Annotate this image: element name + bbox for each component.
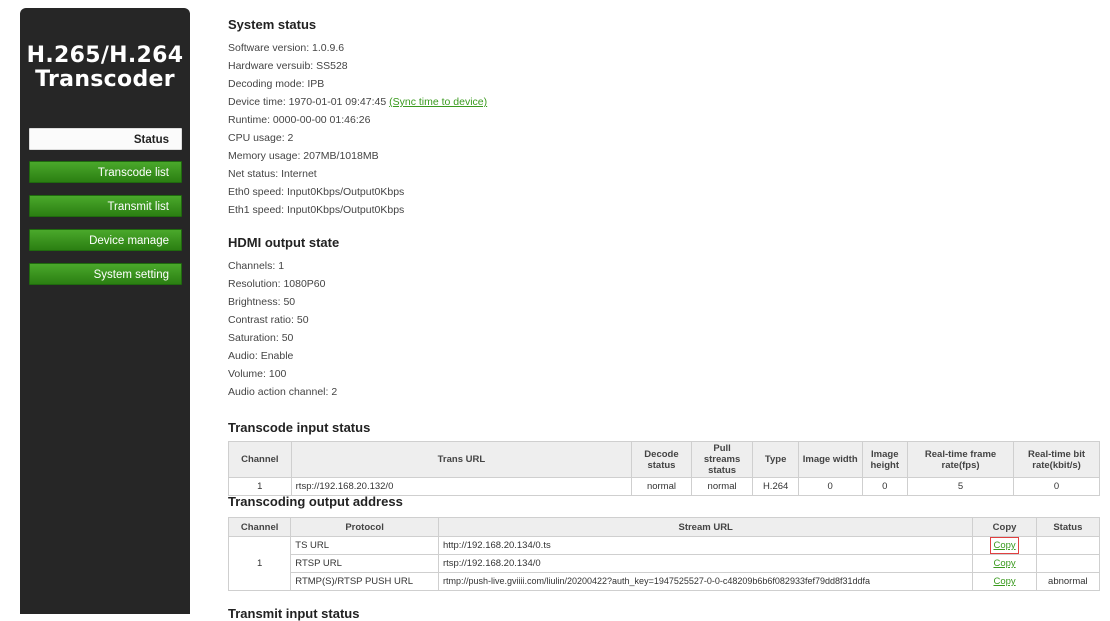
table-cell: [1035, 554, 1101, 573]
table-cell: abnormal: [1035, 572, 1101, 591]
table-row: 1 rtsp://192.168.20.132/0 normal normal …: [228, 477, 1100, 496]
eth0-speed: Eth0 speed: Input0Kbps/Output0Kbps: [228, 186, 405, 198]
column-header: Status: [1035, 517, 1101, 537]
copy-link-rtsp[interactable]: Copy: [993, 558, 1015, 569]
hdmi-output-title: HDMI output state: [228, 235, 340, 250]
table-cell: 0: [797, 477, 863, 496]
hdmi-contrast: Contrast ratio: 50: [228, 314, 309, 326]
table-cell: [1035, 536, 1101, 555]
table-cell: RTMP(S)/RTSP PUSH URL: [290, 572, 439, 591]
sidebar-item-status[interactable]: Status: [29, 128, 182, 150]
table-cell: rtsp://192.168.20.132/0: [290, 477, 633, 496]
column-header: Channel: [227, 517, 292, 537]
device-time-value: Device time: 1970-01-01 09:47:45: [228, 96, 390, 108]
column-header: Protocol: [290, 517, 439, 537]
column-header: Image height: [861, 441, 908, 478]
hdmi-audio: Audio: Enable: [228, 350, 294, 362]
sidebar-item-transcode-list[interactable]: Transcode list: [29, 161, 182, 183]
column-header: Trans URL: [290, 441, 633, 478]
sidebar-item-device-manage[interactable]: Device manage: [29, 229, 182, 251]
column-header: Image width: [797, 441, 863, 478]
column-header: Pull streams status: [690, 441, 754, 478]
app-title: H.265/H.264 Transcoder: [20, 44, 190, 92]
table-cell: 1: [228, 477, 292, 496]
copy-link-push[interactable]: Copy: [993, 576, 1015, 587]
table-cell: http://192.168.20.134/0.ts: [437, 536, 974, 555]
table-cell: 0: [1013, 477, 1100, 496]
eth1-speed: Eth1 speed: Input0Kbps/Output0Kbps: [228, 204, 405, 216]
system-status-title: System status: [228, 17, 317, 32]
app-title-line2: Transcoder: [35, 67, 175, 92]
table-cell: 0: [861, 477, 908, 496]
hdmi-brightness: Brightness: 50: [228, 296, 296, 308]
column-header: Stream URL: [437, 517, 974, 537]
sync-time-link[interactable]: (Sync time to device): [389, 96, 487, 108]
hdmi-audio-channel: Audio action channel: 2: [228, 386, 338, 398]
software-version: Software version: 1.0.9.6: [228, 42, 345, 54]
hdmi-saturation: Saturation: 50: [228, 332, 294, 344]
net-status: Net status: Internet: [228, 168, 317, 180]
device-time: Device time: 1970-01-01 09:47:45 (Sync t…: [228, 96, 487, 108]
column-header: Real-time bit rate(kbit/s): [1013, 441, 1100, 478]
table-row: RTMP(S)/RTSP PUSH URL rtmp://push-live.g…: [229, 572, 1101, 591]
table-cell-channel: 1: [227, 536, 292, 591]
transcode-input-table: Channel Trans URL Decode status Pull str…: [228, 441, 1100, 496]
hdmi-volume: Volume: 100: [228, 368, 287, 380]
column-header: Real-time frame rate(fps): [906, 441, 1015, 478]
column-header: Copy: [972, 517, 1037, 537]
table-cell: RTSP URL: [290, 554, 439, 573]
cpu-usage: CPU usage: 2: [228, 132, 294, 144]
column-header: Decode status: [631, 441, 692, 478]
sidebar-item-system-setting[interactable]: System setting: [29, 263, 182, 285]
sidebar-item-transmit-list[interactable]: Transmit list: [29, 195, 182, 217]
table-header-row: Channel Trans URL Decode status Pull str…: [228, 441, 1100, 478]
table-cell: Copy: [972, 572, 1037, 591]
table-row: RTSP URL rtsp://192.168.20.134/0 Copy: [229, 554, 1101, 573]
column-header: Type: [752, 441, 799, 478]
hardware-version: Hardware versuib: SS528: [228, 60, 348, 72]
transcoding-output-title: Transcoding output address: [228, 494, 403, 509]
memory-usage: Memory usage: 207MB/1018MB: [228, 150, 379, 162]
transcoding-output-table: Channel Protocol Stream URL Copy Status …: [227, 517, 1101, 591]
decoding-mode: Decoding mode: IPB: [228, 78, 325, 90]
column-header: Channel: [228, 441, 292, 478]
table-cell: rtsp://192.168.20.134/0: [437, 554, 974, 573]
copy-link-ts[interactable]: Copy: [990, 537, 1019, 554]
table-cell: rtmp://push-live.gviiii.com/liulin/20200…: [437, 572, 974, 591]
table-cell: TS URL: [290, 536, 439, 555]
table-header-row: Channel Protocol Stream URL Copy Status: [227, 517, 1101, 537]
hdmi-resolution: Resolution: 1080P60: [228, 278, 326, 290]
main-content: System status Software version: 1.0.9.6 …: [227, 0, 1101, 621]
table-cell: normal: [631, 477, 692, 496]
table-cell: H.264: [752, 477, 799, 496]
transcode-input-title: Transcode input status: [228, 420, 371, 435]
table-row: 1 TS URL http://192.168.20.134/0.ts Copy: [227, 536, 1101, 591]
app-title-line1: H.265/H.264: [26, 43, 184, 68]
table-cell: 5: [906, 477, 1015, 496]
runtime: Runtime: 0000-00-00 01:46:26: [228, 114, 371, 126]
table-cell: Copy: [972, 536, 1037, 555]
sidebar: H.265/H.264 Transcoder Status Transcode …: [20, 8, 190, 614]
table-cell: normal: [690, 477, 754, 496]
hdmi-channels: Channels: 1: [228, 260, 285, 272]
table-cell: Copy: [972, 554, 1037, 573]
